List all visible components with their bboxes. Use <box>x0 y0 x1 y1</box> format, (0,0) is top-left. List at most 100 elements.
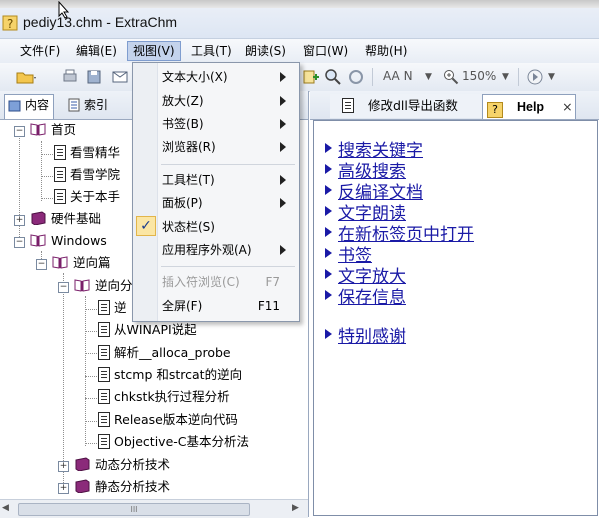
menu-item-panels[interactable]: 面板(P) <box>162 192 294 214</box>
zoom-level[interactable]: 150% <box>462 69 496 83</box>
zoom-icon[interactable] <box>443 69 459 85</box>
tree-node-folder[interactable]: 硬件基础 <box>30 209 101 229</box>
tree-node-reverse[interactable]: 逆向篇 <box>52 253 111 273</box>
arrow-bullet-icon <box>325 206 332 216</box>
svg-text:?: ? <box>7 17 13 31</box>
save-icon[interactable] <box>86 69 102 85</box>
tree-node-windows[interactable]: Windows <box>30 231 107 251</box>
tree-node-doc[interactable]: 从WINAPI说起 <box>98 320 197 340</box>
menu-item-label: 放大(Z) <box>162 94 204 108</box>
print-icon[interactable] <box>62 69 78 85</box>
tree-line <box>85 443 97 444</box>
refresh-icon[interactable] <box>347 68 365 86</box>
tree-label: Windows <box>51 233 107 248</box>
menu-help[interactable]: 帮助(H) <box>360 42 412 60</box>
tree-label: 逆向分 <box>95 278 133 293</box>
menu-edit[interactable]: 编辑(E) <box>71 42 122 60</box>
view-menu-dropdown: 文本大小(X) 放大(Z) 书签(B) 浏览器(R) 工具栏(T) 面板(P) … <box>132 62 300 322</box>
expand-icon[interactable]: + <box>14 215 25 226</box>
tab-document-label: 修改dll导出函数 <box>367 98 458 113</box>
menu-window[interactable]: 窗口(W) <box>298 42 353 60</box>
tree-label: 看雪精华 <box>70 145 121 160</box>
tree-node-reverse-sub[interactable]: 逆向分 <box>74 276 133 296</box>
book-icon <box>8 100 21 112</box>
menu-item-toolbar[interactable]: 工具栏(T) <box>162 169 294 191</box>
menu-view[interactable]: 视图(V) <box>127 41 181 61</box>
tree-node-folder[interactable]: 静态分析技术 <box>74 477 170 497</box>
play-dropdown-icon[interactable]: ▼ <box>548 72 555 82</box>
link-thanks[interactable]: 特别感谢 <box>338 322 406 347</box>
tree-node-home[interactable]: 首页 <box>30 120 76 140</box>
document-icon <box>54 145 66 160</box>
tree-node-doc[interactable]: stcmp 和strcat的逆向 <box>98 365 242 385</box>
tab-contents-label: 内容 <box>25 98 50 112</box>
menu-item-bookmarks[interactable]: 书签(B) <box>162 113 294 135</box>
horizontal-scrollbar[interactable]: ◀ III ▶ <box>0 499 308 518</box>
tree-node-doc[interactable]: 关于本手 <box>54 187 120 207</box>
document-tabs: 修改dll导出函数 ? Help × <box>310 91 599 120</box>
tree-line <box>85 331 97 332</box>
collapse-icon[interactable]: − <box>14 126 25 137</box>
mouse-cursor-icon <box>58 1 70 19</box>
expand-icon[interactable]: + <box>58 483 69 494</box>
menu-item-label: 面板(P) <box>162 196 203 210</box>
tree-line <box>63 273 64 483</box>
tab-help[interactable]: ? Help × <box>482 94 576 119</box>
tree-node-doc[interactable]: Objective-C基本分析法 <box>98 432 249 452</box>
scroll-left-icon[interactable]: ◀ <box>2 503 9 513</box>
tab-contents[interactable]: 内容 <box>4 94 55 119</box>
menu-item-statusbar[interactable]: 状态栏(S) <box>162 216 294 238</box>
tree-line <box>85 398 97 399</box>
scroll-right-icon[interactable]: ▶ <box>292 503 299 513</box>
expand-icon[interactable]: + <box>58 461 69 472</box>
menu-speak[interactable]: 朗读(S) <box>240 42 291 60</box>
tree-label: 硬件基础 <box>51 211 102 226</box>
chevron-down-icon[interactable]: ▼ <box>425 72 432 82</box>
scrollbar-thumb[interactable]: III <box>18 503 250 516</box>
open-folder-icon[interactable] <box>16 69 38 85</box>
menu-item-browser[interactable]: 浏览器(R) <box>162 136 294 158</box>
tab-help-label: Help <box>516 100 545 114</box>
tree-label: 逆 <box>114 300 127 315</box>
collapse-icon[interactable]: − <box>14 237 25 248</box>
tree-line <box>85 376 97 377</box>
tab-document[interactable]: 修改dll导出函数 <box>330 94 482 118</box>
submenu-arrow-icon <box>280 175 286 185</box>
bookmark-add-icon[interactable] <box>302 68 320 86</box>
zoom-dropdown-icon[interactable]: ▼ <box>502 72 509 82</box>
menu-item-label: 插入符浏览(C) <box>162 275 240 289</box>
document-icon <box>98 367 110 382</box>
menu-bar: 文件(F) 编辑(E) 视图(V) 工具(T) 朗读(S) 窗口(W) 帮助(H… <box>0 39 599 63</box>
tree-node-doc[interactable]: 逆 <box>98 298 127 318</box>
document-icon <box>98 389 110 404</box>
submenu-arrow-icon <box>280 72 286 82</box>
search-icon[interactable] <box>324 68 342 86</box>
menu-item-label: 浏览器(R) <box>162 140 216 154</box>
menu-item-zoom[interactable]: 放大(Z) <box>162 90 294 112</box>
menu-tools[interactable]: 工具(T) <box>186 42 237 60</box>
document-icon <box>98 322 110 337</box>
tree-node-doc[interactable]: 看雪精华 <box>54 143 120 163</box>
tree-node-folder[interactable]: 动态分析技术 <box>74 455 170 475</box>
tab-index[interactable]: 索引 <box>64 95 112 115</box>
tree-node-doc[interactable]: chkstk执行过程分析 <box>98 387 230 407</box>
tree-node-doc[interactable]: 看雪学院 <box>54 165 120 185</box>
link-save-info[interactable]: 保存信息 <box>338 283 406 308</box>
menu-gutter <box>133 63 158 321</box>
close-tab-icon[interactable]: × <box>562 99 572 114</box>
background-strip <box>0 0 599 8</box>
help-icon: ? <box>487 102 503 118</box>
tree-node-doc[interactable]: Release版本逆向代码 <box>98 410 238 430</box>
menu-item-fullscreen[interactable]: 全屏(F) F11 <box>162 295 294 317</box>
menu-item-appearance[interactable]: 应用程序外观(A) <box>162 239 294 261</box>
help-content: 搜索关键字 高级搜索 反编译文档 文字朗读 在新标签页中打开 书签 文字放大 保… <box>313 120 598 516</box>
font-size-control[interactable]: AA N <box>383 69 413 83</box>
menu-file[interactable]: 文件(F) <box>15 42 65 60</box>
collapse-icon[interactable]: − <box>36 259 47 270</box>
tree-node-doc[interactable]: 解析__alloca_probe <box>98 343 231 363</box>
menu-item-text-size[interactable]: 文本大小(X) <box>162 66 294 88</box>
play-icon[interactable] <box>526 68 544 86</box>
app-icon: ? <box>2 15 18 31</box>
mail-icon[interactable] <box>112 69 128 85</box>
collapse-icon[interactable]: − <box>58 282 69 293</box>
